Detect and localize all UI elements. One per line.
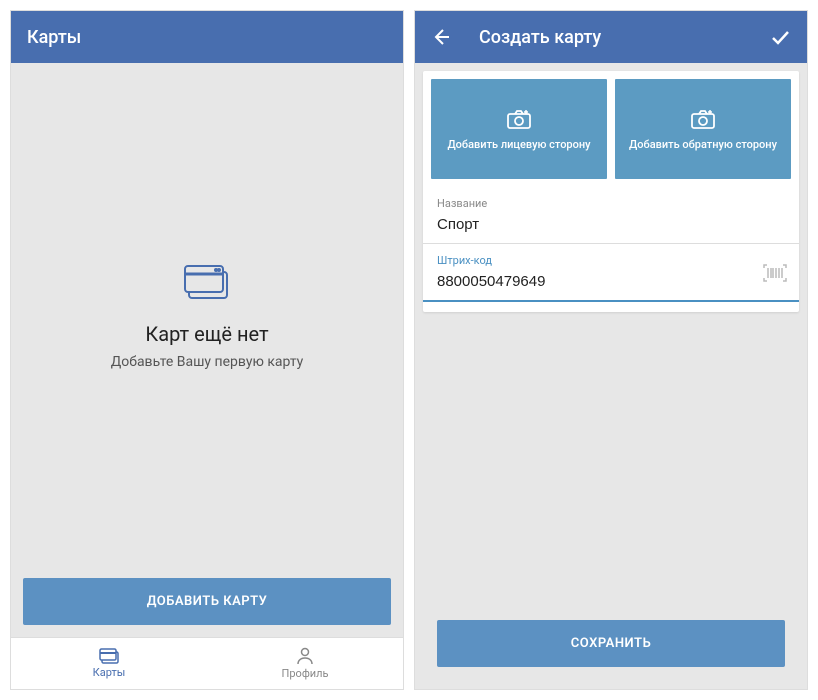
- field-name[interactable]: Название: [423, 187, 799, 244]
- empty-subtitle: Добавьте Вашу первую карту: [111, 354, 304, 370]
- add-front-photo[interactable]: Добавить лицевую сторону: [431, 79, 607, 179]
- nav-profile[interactable]: Профиль: [207, 638, 403, 689]
- field-name-input[interactable]: [437, 216, 785, 237]
- camera-plus-icon: [506, 108, 532, 130]
- bottom-button-area: СОХРАНИТЬ: [415, 598, 807, 689]
- add-card-button[interactable]: ДОБАВИТЬ КАРТУ: [23, 578, 391, 625]
- nav-cards-label: Карты: [93, 666, 126, 679]
- field-barcode[interactable]: Штрих-код: [423, 244, 799, 302]
- barcode-icon: [763, 264, 787, 282]
- nav-cards[interactable]: Карты: [11, 638, 207, 689]
- cards-nav-icon: [98, 648, 120, 664]
- cards-icon: [179, 260, 235, 306]
- add-front-label: Добавить лицевую сторону: [447, 138, 590, 151]
- arrow-left-icon: [431, 27, 451, 47]
- appbar: Карты: [11, 11, 403, 63]
- appbar-title: Карты: [27, 27, 81, 48]
- appbar-title: Создать карту: [479, 27, 601, 48]
- add-back-photo[interactable]: Добавить обратную сторону: [615, 79, 791, 179]
- field-barcode-input[interactable]: [437, 273, 785, 294]
- add-back-label: Добавить обратную сторону: [629, 138, 777, 151]
- scan-barcode-button[interactable]: [763, 264, 787, 286]
- photo-row: Добавить лицевую сторону Добавить обратн…: [423, 71, 799, 187]
- spacer: [423, 302, 799, 312]
- camera-plus-icon: [690, 108, 716, 130]
- card-form: Добавить лицевую сторону Добавить обратн…: [423, 71, 799, 312]
- profile-icon: [296, 647, 314, 665]
- content-area: Добавить лицевую сторону Добавить обратн…: [415, 63, 807, 689]
- spacer: [415, 320, 807, 598]
- save-button[interactable]: СОХРАНИТЬ: [437, 620, 785, 667]
- confirm-button[interactable]: [769, 26, 791, 48]
- empty-state: Карт ещё нет Добавьте Вашу первую карту: [11, 63, 403, 566]
- content-area: Карт ещё нет Добавьте Вашу первую карту …: [11, 63, 403, 689]
- screen-create-card: Создать карту Добавить лицевую сторону: [414, 10, 808, 690]
- bottom-nav: Карты Профиль: [11, 637, 403, 689]
- nav-profile-label: Профиль: [282, 667, 329, 680]
- screen-cards-empty: Карты Карт ещё нет Добавьте Вашу первую …: [10, 10, 404, 690]
- empty-title: Карт ещё нет: [145, 322, 268, 346]
- appbar: Создать карту: [415, 11, 807, 63]
- field-barcode-label: Штрих-код: [437, 254, 785, 267]
- check-icon: [769, 26, 791, 48]
- back-button[interactable]: [431, 27, 451, 47]
- field-name-label: Название: [437, 197, 785, 210]
